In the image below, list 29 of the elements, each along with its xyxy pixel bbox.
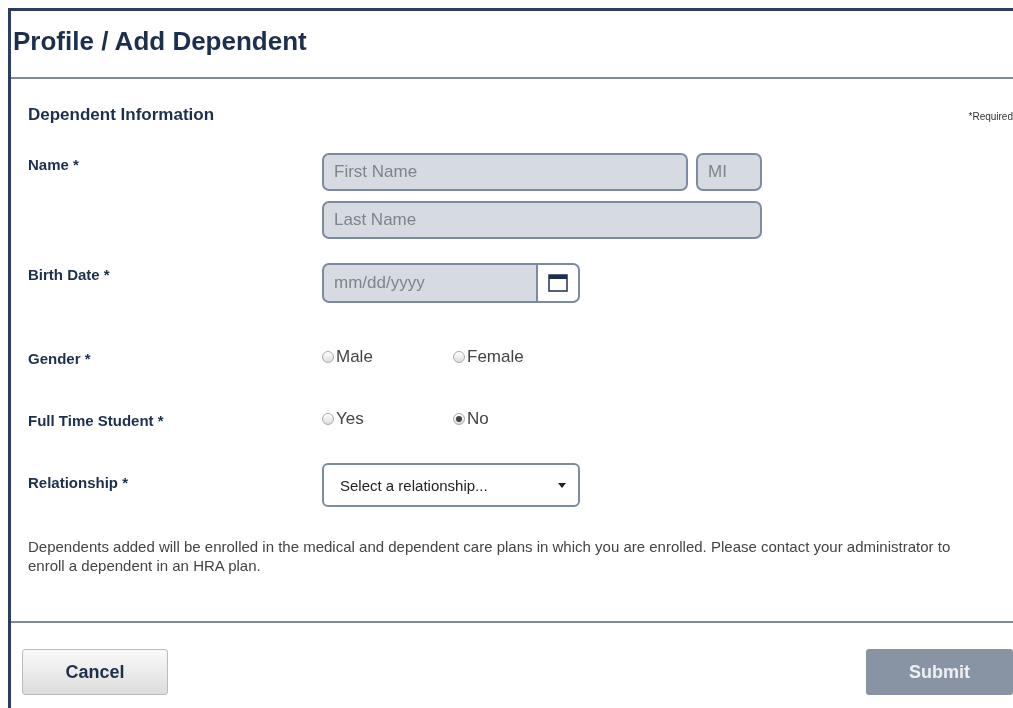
cancel-button[interactable]: Cancel [22, 649, 168, 695]
radio-label[interactable]: Yes [336, 409, 364, 429]
section-heading: Dependent Information [28, 105, 215, 125]
first-name-field[interactable]: First Name [322, 153, 688, 191]
radio-option[interactable]: No [453, 409, 584, 429]
field-label: Full Time Student * [28, 411, 165, 429]
field-label: Name * [28, 155, 80, 175]
enrollment-notice: Dependents added will be enrolled in the medical and dependent care plans in which you are enrolled. Please contact your administrator to enroll a dependent in an HRA plan. [28, 537, 952, 575]
calendar-icon[interactable] [548, 274, 568, 292]
radio-label[interactable]: Female [467, 347, 524, 367]
middle-initial-field[interactable]: MI [696, 153, 762, 191]
radio-button[interactable] [322, 351, 334, 363]
radio-option[interactable]: Female [453, 347, 584, 367]
radio-option[interactable]: Male [322, 347, 453, 367]
page-title: Profile / Add Dependent [12, 25, 308, 58]
required-note: *Required [968, 111, 1013, 122]
birth-date-field[interactable]: mm/dd/yyyy [322, 263, 538, 303]
radio-button[interactable] [453, 351, 465, 363]
radio-label[interactable]: No [467, 409, 489, 429]
field-label: Birth Date * [28, 265, 111, 285]
radio-button[interactable] [453, 413, 465, 425]
last-name-field[interactable]: Last Name [322, 201, 762, 239]
radio-button[interactable] [322, 413, 334, 425]
radio-option[interactable]: Yes [322, 409, 453, 429]
field-label: Gender * [28, 349, 92, 367]
radio-label[interactable]: Male [336, 347, 373, 367]
relationship-dropdown[interactable]: Select a relationship... [322, 463, 580, 507]
caret-icon [558, 482, 566, 488]
field-label: Relationship * [28, 473, 129, 493]
